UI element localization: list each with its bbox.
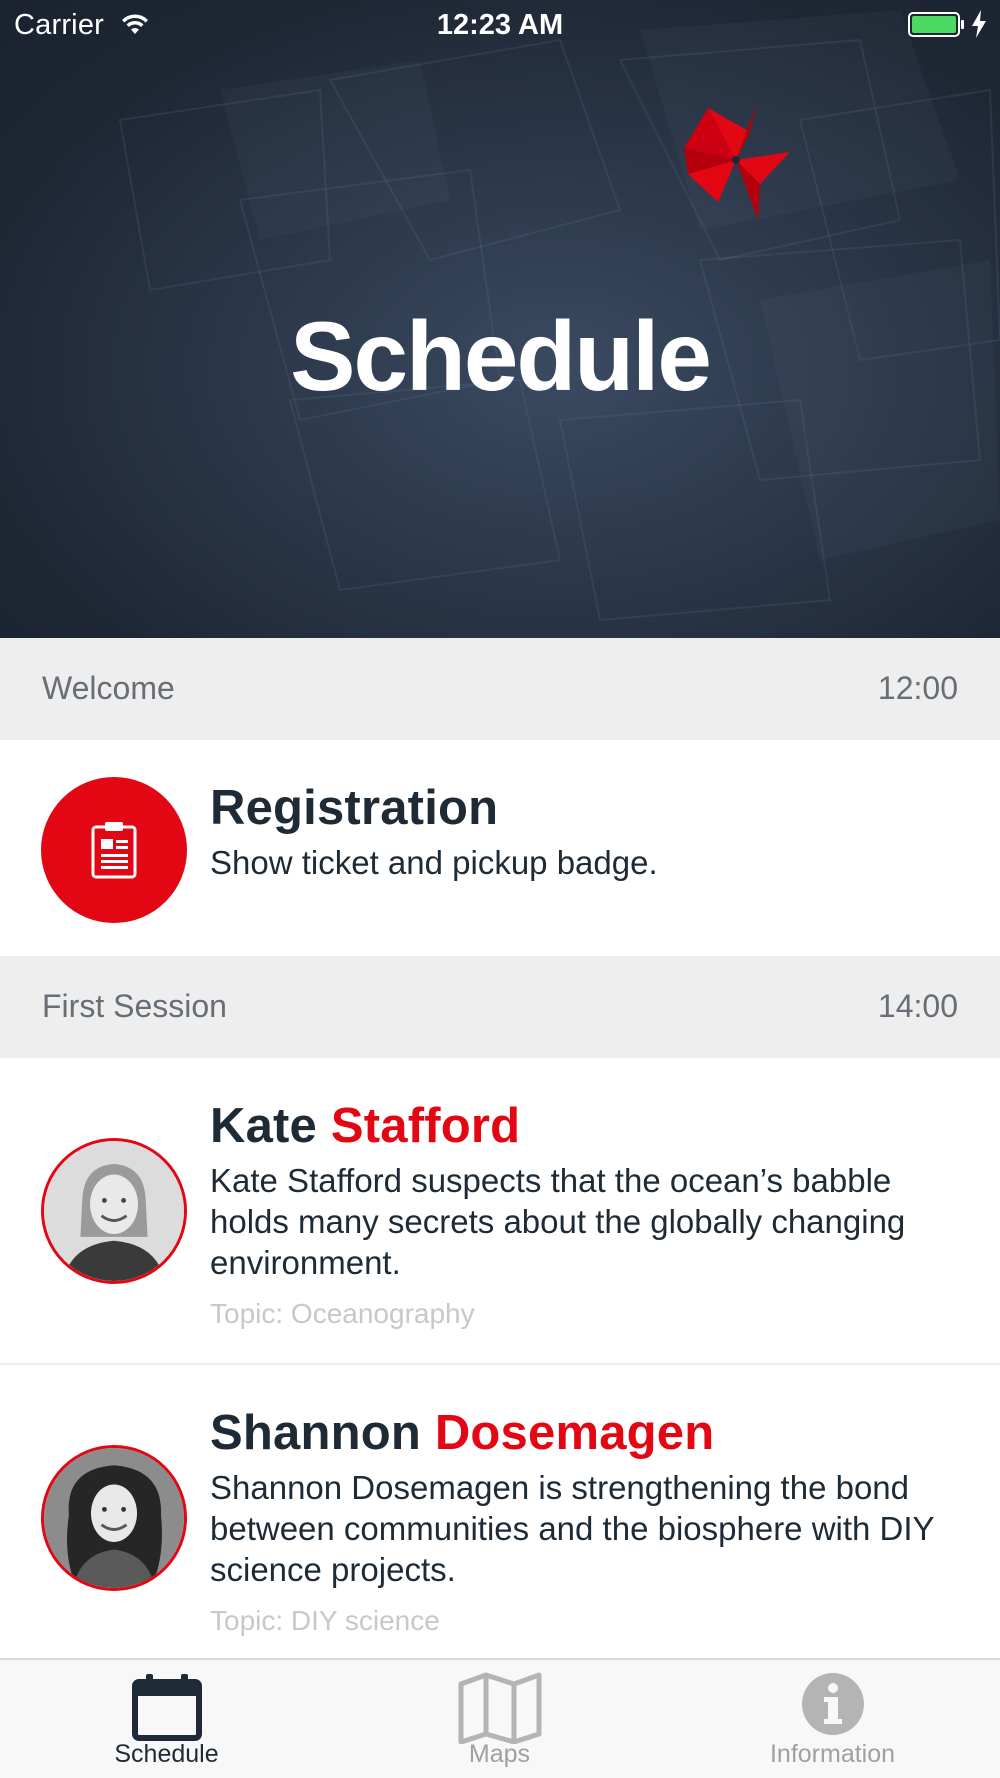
speaker-item-shannon-dosemagen[interactable]: Shannon Dosemagen Shannon Dosemagen is s… xyxy=(0,1365,1000,1658)
battery-icon xyxy=(908,12,964,37)
tab-label: Maps xyxy=(468,1740,531,1768)
tab-label: Schedule xyxy=(114,1740,219,1768)
speaker-photo xyxy=(44,1141,184,1281)
section-header-welcome: Welcome 12:00 xyxy=(0,638,1000,740)
tab-label: Information xyxy=(769,1740,896,1768)
tab-schedule[interactable]: Schedule xyxy=(0,1660,333,1778)
speaker-topic: Topic: Oceanography xyxy=(210,1298,475,1329)
section-time: 14:00 xyxy=(877,988,958,1024)
charging-bolt-icon xyxy=(972,10,986,38)
speaker-name: Kate Stafford xyxy=(210,1098,520,1154)
speaker-avatar xyxy=(41,1445,187,1591)
pinwheel-icon xyxy=(684,106,790,220)
speaker-name: Shannon Dosemagen xyxy=(210,1405,714,1461)
speaker-description: Kate Stafford suspects that the ocean’s … xyxy=(210,1162,906,1281)
map-icon xyxy=(458,1672,541,1744)
tab-maps[interactable]: Maps xyxy=(333,1660,666,1778)
calendar-icon xyxy=(131,1674,202,1741)
page-title: Schedule xyxy=(290,301,712,411)
section-name: First Session xyxy=(42,988,227,1024)
status-time: 12:23 AM xyxy=(436,9,564,41)
speaker-last-name: Stafford xyxy=(330,1099,521,1153)
section-time: 12:00 xyxy=(877,670,958,706)
clipboard-icon xyxy=(91,822,137,879)
speaker-photo xyxy=(44,1448,184,1588)
section-name: Welcome xyxy=(42,670,175,706)
section-header-first-session: First Session 14:00 xyxy=(0,956,1000,1058)
item-title: Registration xyxy=(210,781,499,835)
speaker-description: Shannon Dosemagen is strengthening the b… xyxy=(210,1469,934,1588)
speaker-first-name: Shannon xyxy=(210,1406,421,1460)
registration-badge xyxy=(41,777,187,923)
status-bar: Carrier 12:23 AM xyxy=(0,0,1000,50)
speaker-last-name: Dosemagen xyxy=(434,1406,715,1460)
info-icon xyxy=(801,1673,864,1735)
speaker-avatar xyxy=(41,1138,187,1284)
speaker-topic: Topic: DIY science xyxy=(210,1605,440,1636)
item-description: Show ticket and pickup badge. xyxy=(210,844,658,881)
speaker-item-kate-stafford[interactable]: Kate Stafford Kate Stafford suspects tha… xyxy=(0,1058,1000,1364)
tab-information[interactable]: Information xyxy=(666,1660,999,1778)
hero-header: Carrier 12:23 AM Schedule xyxy=(0,0,1000,638)
tab-bar: Schedule Maps Information xyxy=(0,1658,1000,1778)
list-item-registration[interactable]: Registration Show ticket and pickup badg… xyxy=(0,740,1000,956)
speaker-first-name: Kate xyxy=(210,1099,318,1153)
